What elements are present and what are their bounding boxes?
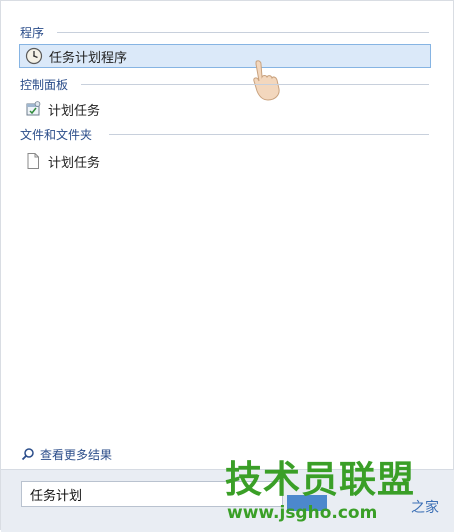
group-divider-programs	[57, 32, 429, 33]
result-item-task-scheduler-label: 任务计划程序	[49, 50, 128, 66]
group-header-control-panel: 控制面板	[20, 75, 68, 93]
search-results-panel: 程序 任务计划程序 控制面板 计划任务 文件和文件夹 计划任务 查看更多结果 任…	[0, 0, 454, 532]
group-header-control-panel-label: 控制面板	[20, 77, 69, 92]
result-item-scheduled-tasks-file[interactable]: 计划任务	[19, 149, 100, 173]
result-item-scheduled-tasks-control-panel[interactable]: 计划任务	[19, 97, 100, 121]
watermark-partial-text: 之家	[411, 500, 439, 516]
see-more-results-link[interactable]: 查看更多结果	[21, 445, 112, 463]
group-divider-control-panel	[81, 84, 429, 85]
group-header-files-folders-label: 文件和文件夹	[20, 127, 93, 142]
control-panel-scheduled-tasks-icon	[24, 100, 42, 118]
result-item-task-scheduler[interactable]: 任务计划程序	[19, 44, 431, 68]
see-more-results-label: 查看更多结果	[40, 447, 113, 462]
result-item-scheduled-tasks-file-label: 计划任务	[48, 155, 101, 171]
group-header-programs-label: 程序	[20, 25, 45, 40]
search-icon	[21, 447, 35, 461]
result-item-scheduled-tasks-control-panel-label: 计划任务	[48, 103, 101, 119]
hand-pointer-icon	[253, 60, 280, 101]
task-scheduler-clock-icon	[25, 47, 43, 65]
group-divider-files-folders	[109, 134, 429, 135]
group-header-files-folders: 文件和文件夹	[20, 125, 92, 143]
document-file-icon	[24, 152, 42, 170]
watermark-url-text: www.jsgho.com	[227, 503, 378, 523]
group-header-programs: 程序	[20, 23, 44, 41]
watermark-logo-text: 技术员联盟	[225, 458, 415, 501]
